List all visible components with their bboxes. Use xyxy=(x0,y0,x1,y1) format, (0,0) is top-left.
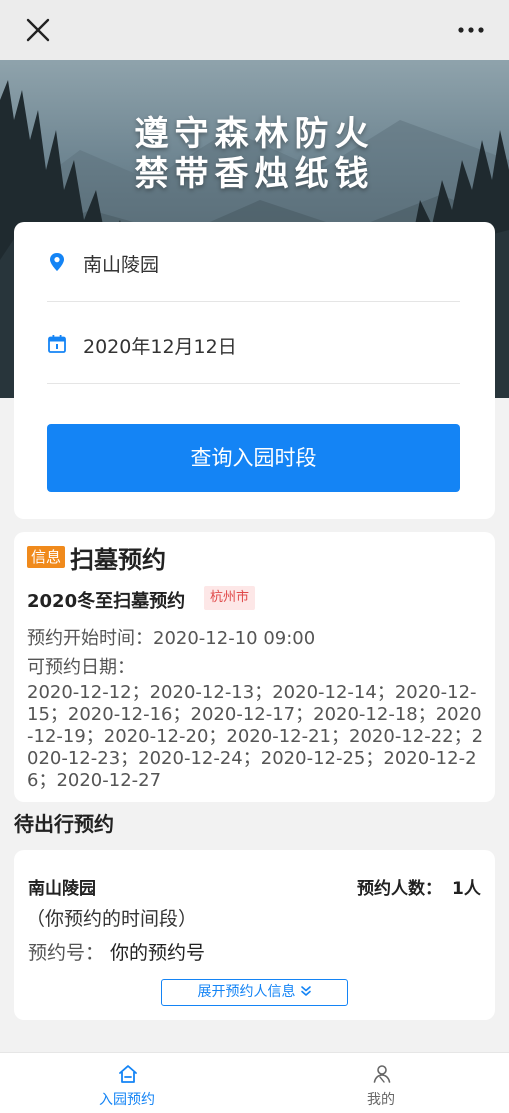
close-icon[interactable] xyxy=(24,16,52,44)
reservation-start-time: 预约开始时间：2020-12-10 09:00 xyxy=(27,628,316,649)
reservation-number-label: 预约号： xyxy=(28,942,105,964)
tab-reservation[interactable]: 入园预约 xyxy=(0,1053,254,1113)
location-value: 南山陵园 xyxy=(83,254,160,276)
info-card: 信息 扫墓预约 2020冬至扫墓预约 杭州市 预约开始时间：2020-12-10… xyxy=(14,532,495,802)
hero-slogan-line-2: 禁带香烛纸钱 xyxy=(134,154,375,194)
city-tag: 杭州市 xyxy=(204,586,256,610)
more-dots-icon[interactable] xyxy=(457,22,485,38)
expand-reserver-info-button[interactable]: 展开预约人信息 xyxy=(161,979,348,1006)
tab-mine[interactable]: 我的 xyxy=(254,1053,508,1113)
top-bar xyxy=(0,0,509,60)
expand-button-label: 展开预约人信息 xyxy=(197,984,296,1000)
location-field[interactable]: 南山陵园 xyxy=(47,222,460,302)
available-dates-label: 可预约日期： xyxy=(27,657,135,678)
available-dates-list: 2020-12-12；2020-12-13；2020-12-14；2020-12… xyxy=(27,682,484,791)
calendar-icon xyxy=(48,335,66,353)
home-icon xyxy=(119,1065,137,1083)
date-field[interactable]: 2020年12月12日 xyxy=(47,304,460,384)
bottom-tab-bar: 入园预约 我的 xyxy=(0,1052,509,1113)
search-card: 南山陵园 2020年12月12日 查询入园时段 xyxy=(14,222,495,519)
pending-place: 南山陵园 xyxy=(28,879,96,899)
tab-reservation-label: 入园预约 xyxy=(99,1092,155,1108)
location-pin-icon xyxy=(50,253,64,271)
reservation-number-value: 你的预约号 xyxy=(110,942,206,964)
date-value: 2020年12月12日 xyxy=(83,336,237,358)
pending-section-title: 待出行预约 xyxy=(14,812,114,836)
pending-count-value: 1人 xyxy=(452,879,481,899)
tab-mine-label: 我的 xyxy=(367,1092,395,1108)
info-badge: 信息 xyxy=(27,546,65,568)
user-icon xyxy=(373,1065,391,1083)
double-chevron-down-icon xyxy=(300,986,311,996)
pending-count-label: 预约人数： xyxy=(357,879,442,899)
info-title: 扫墓预约 xyxy=(70,546,166,574)
query-time-slot-button[interactable]: 查询入园时段 xyxy=(47,424,460,492)
pending-reservation-card: 南山陵园 预约人数： 1人 （你预约的时间段） 预约号： 你的预约号 展开预约人… xyxy=(14,850,495,1020)
pending-time-slot: （你预约的时间段） xyxy=(26,908,198,930)
event-name: 2020冬至扫墓预约 xyxy=(27,591,186,612)
